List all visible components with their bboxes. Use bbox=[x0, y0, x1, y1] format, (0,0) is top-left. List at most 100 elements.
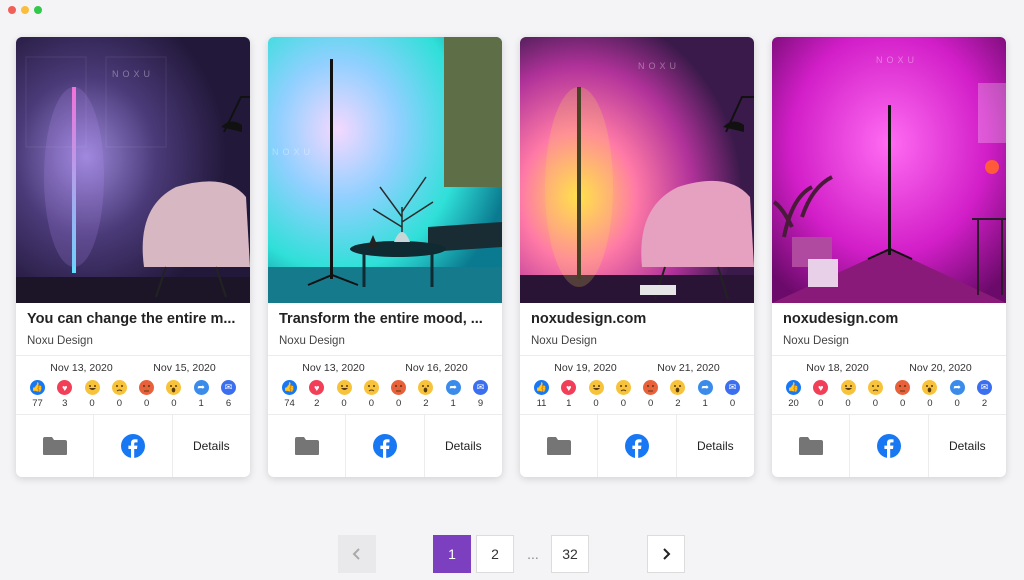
facebook-button[interactable] bbox=[850, 415, 929, 477]
reaction-item: 0 bbox=[163, 380, 184, 409]
share-icon: ➦ bbox=[193, 380, 209, 395]
page-1-button[interactable]: 1 bbox=[433, 535, 471, 573]
prev-page-button[interactable] bbox=[338, 535, 376, 573]
date-range: Nov 18, 2020 Nov 20, 2020 bbox=[772, 356, 1006, 376]
reaction-item: ♥ 3 bbox=[54, 380, 75, 409]
post-info: Transform the entire mood, ... Noxu Desi… bbox=[268, 303, 502, 356]
love-icon: ♥ bbox=[813, 380, 829, 395]
end-date: Nov 21, 2020 bbox=[657, 362, 720, 374]
maximize-window-dot[interactable] bbox=[34, 6, 42, 14]
folder-button[interactable] bbox=[520, 415, 599, 477]
reaction-item: ✉ 6 bbox=[218, 380, 239, 409]
reaction-count: 0 bbox=[620, 398, 626, 409]
sad-icon bbox=[111, 380, 127, 395]
folder-button[interactable] bbox=[16, 415, 95, 477]
post-title[interactable]: Transform the entire mood, ... bbox=[279, 311, 491, 327]
sad-icon bbox=[867, 380, 883, 395]
sad-icon bbox=[363, 380, 379, 395]
post-card: NOXU You can change the entire m... Noxu… bbox=[16, 37, 250, 477]
reaction-item: 👍 77 bbox=[27, 380, 48, 409]
reaction-item: 0 bbox=[865, 380, 886, 409]
post-thumbnail[interactable]: NOXU bbox=[520, 37, 754, 303]
haha-icon bbox=[840, 380, 856, 395]
reaction-count: 2 bbox=[314, 398, 320, 409]
post-author: Noxu Design bbox=[27, 335, 93, 347]
card-actions: Details bbox=[772, 414, 1006, 477]
wow-icon bbox=[166, 380, 182, 395]
details-button[interactable]: Details bbox=[677, 415, 754, 477]
wow-icon bbox=[670, 380, 686, 395]
watermark-text: NOXU bbox=[112, 69, 155, 79]
facebook-icon bbox=[624, 434, 649, 458]
reaction-count: 0 bbox=[341, 398, 347, 409]
post-info: noxudesign.com Noxu Design bbox=[520, 303, 754, 356]
post-title[interactable]: noxudesign.com bbox=[783, 311, 995, 327]
card-actions: Details bbox=[16, 414, 250, 477]
angry-icon bbox=[139, 380, 155, 395]
pagination-ellipsis: ... bbox=[527, 546, 539, 562]
messenger-icon: ✉ bbox=[220, 380, 236, 395]
reaction-stats: 👍 11 ♥ 1 0 0 0 2 ➦ 1 ✉ 0 bbox=[520, 376, 754, 409]
share-icon: ➦ bbox=[949, 380, 965, 395]
like-icon: 👍 bbox=[786, 380, 801, 395]
reaction-item: 0 bbox=[334, 380, 355, 409]
post-thumbnail[interactable]: NOXU bbox=[772, 37, 1006, 303]
minimize-window-dot[interactable] bbox=[21, 6, 29, 14]
haha-icon bbox=[84, 380, 100, 395]
watermark-text: NOXU bbox=[876, 55, 919, 65]
angry-icon bbox=[643, 380, 659, 395]
post-title[interactable]: You can change the entire m... bbox=[27, 311, 239, 327]
post-thumbnail[interactable]: NOXU bbox=[268, 37, 502, 303]
messenger-icon: ✉ bbox=[976, 380, 992, 395]
window-controls bbox=[8, 6, 42, 14]
reaction-count: 74 bbox=[284, 398, 295, 409]
facebook-button[interactable] bbox=[598, 415, 677, 477]
reaction-count: 0 bbox=[171, 398, 177, 409]
messenger-icon: ✉ bbox=[724, 380, 740, 395]
facebook-button[interactable] bbox=[346, 415, 425, 477]
facebook-icon bbox=[372, 434, 397, 458]
page-32-button[interactable]: 32 bbox=[551, 535, 589, 573]
wow-icon bbox=[418, 380, 434, 395]
reaction-count: 3 bbox=[62, 398, 68, 409]
messenger-icon: ✉ bbox=[472, 380, 488, 395]
details-button[interactable]: Details bbox=[929, 415, 1006, 477]
watermark-text: NOXU bbox=[272, 147, 315, 157]
start-date: Nov 13, 2020 bbox=[50, 362, 113, 374]
reaction-stats: 👍 74 ♥ 2 0 0 0 2 ➦ 1 ✉ 9 bbox=[268, 376, 502, 409]
like-icon: 👍 bbox=[282, 380, 297, 395]
reaction-item: ➦ 0 bbox=[947, 380, 968, 409]
reaction-count: 0 bbox=[845, 398, 851, 409]
folder-button[interactable] bbox=[268, 415, 347, 477]
love-icon: ♥ bbox=[561, 380, 577, 395]
details-button[interactable]: Details bbox=[425, 415, 502, 477]
post-card-grid: NOXU You can change the entire m... Noxu… bbox=[16, 37, 1006, 477]
folder-icon bbox=[546, 437, 571, 455]
post-author: Noxu Design bbox=[531, 335, 597, 347]
card-actions: Details bbox=[520, 414, 754, 477]
next-page-button[interactable] bbox=[647, 535, 685, 573]
details-button[interactable]: Details bbox=[173, 415, 250, 477]
close-window-dot[interactable] bbox=[8, 6, 16, 14]
end-date: Nov 16, 2020 bbox=[405, 362, 468, 374]
post-thumbnail[interactable]: NOXU bbox=[16, 37, 250, 303]
folder-button[interactable] bbox=[772, 415, 851, 477]
reaction-item: ♥ 2 bbox=[306, 380, 327, 409]
reaction-count: 20 bbox=[788, 398, 799, 409]
reaction-item: 0 bbox=[82, 380, 103, 409]
reaction-count: 0 bbox=[927, 398, 933, 409]
reaction-stats: 👍 20 ♥ 0 0 0 0 0 ➦ 0 ✉ 2 bbox=[772, 376, 1006, 409]
post-image bbox=[772, 37, 1006, 303]
page-2-button[interactable]: 2 bbox=[476, 535, 514, 573]
post-title[interactable]: noxudesign.com bbox=[531, 311, 743, 327]
reaction-item: ➦ 1 bbox=[191, 380, 212, 409]
reaction-count: 0 bbox=[143, 398, 150, 409]
post-image bbox=[268, 37, 502, 303]
reaction-item: ♥ 0 bbox=[810, 380, 831, 409]
chevron-right-icon bbox=[663, 548, 671, 560]
reaction-item: ✉ 9 bbox=[470, 380, 491, 409]
start-date: Nov 19, 2020 bbox=[554, 362, 617, 374]
reaction-count: 9 bbox=[477, 398, 484, 409]
facebook-button[interactable] bbox=[94, 415, 173, 477]
reaction-count: 2 bbox=[675, 398, 681, 409]
